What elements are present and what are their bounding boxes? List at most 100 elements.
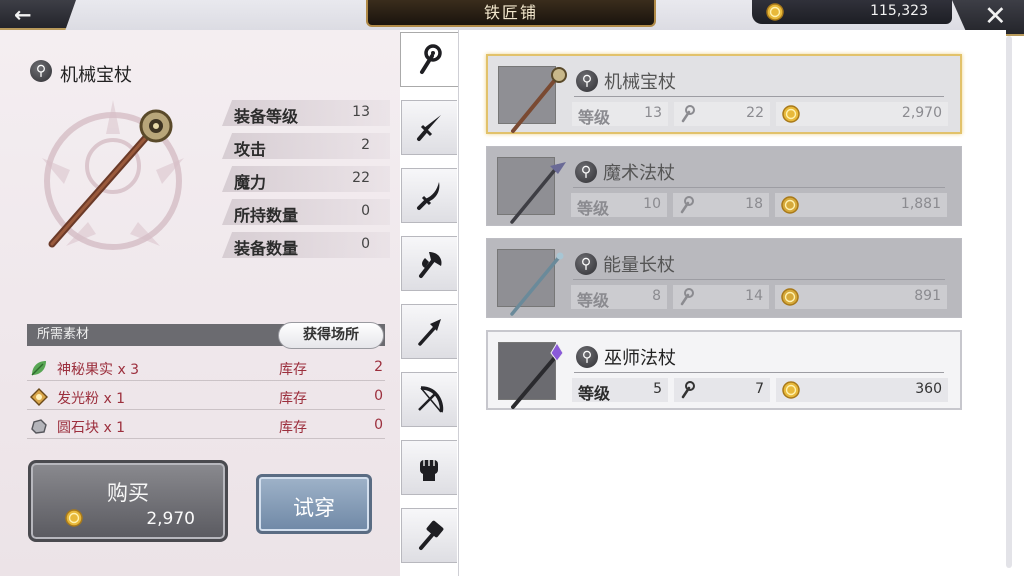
mechanical-staff-icon bbox=[511, 67, 567, 133]
powder-icon bbox=[30, 388, 48, 406]
gold-coin-icon bbox=[782, 381, 800, 399]
price-value: 2,970 bbox=[901, 105, 942, 121]
stat-value: 0 bbox=[361, 236, 370, 252]
leaf-icon bbox=[31, 361, 46, 376]
bow-icon bbox=[418, 386, 444, 413]
acquisition-source-button[interactable]: 获得场所 bbox=[278, 322, 384, 349]
magic-cell: 22 bbox=[674, 102, 770, 126]
left-arrow-icon: ← bbox=[14, 3, 32, 27]
item-stats: 装备等级 13 攻击 2 魔力 22 所持数量 0 装备数量 0 bbox=[222, 100, 390, 265]
gold-coin-icon bbox=[781, 288, 799, 306]
magic-cell: 14 bbox=[673, 285, 769, 309]
tab-sword[interactable] bbox=[401, 100, 457, 155]
gold-coin-icon bbox=[766, 3, 784, 21]
stat-value: 2 bbox=[361, 137, 370, 153]
list-item[interactable]: ⚲ 巫师法杖 等级 5 7 360 bbox=[486, 330, 962, 410]
stock-value: 0 bbox=[374, 388, 383, 404]
spear-icon bbox=[418, 319, 441, 346]
stock-value: 0 bbox=[374, 417, 383, 433]
staff-icon: ⚲ bbox=[30, 60, 52, 82]
item-name: 机械宝杖 bbox=[60, 65, 132, 86]
staff-icon: ⚲ bbox=[575, 161, 597, 183]
stat-label: 魔力 bbox=[234, 173, 267, 192]
energy-staff-icon bbox=[510, 252, 564, 316]
level-value: 8 bbox=[652, 288, 661, 304]
material-row: 神秘果实 x 3 库存 2 bbox=[27, 355, 385, 381]
price-value: 891 bbox=[914, 288, 941, 304]
material-name: 圆石块 x 1 bbox=[57, 420, 126, 436]
gold-amount: 115,323 bbox=[870, 3, 928, 19]
divider bbox=[573, 279, 945, 280]
tab-spear[interactable] bbox=[401, 304, 457, 359]
stat-equipped-count: 装备数量 0 bbox=[222, 232, 390, 258]
magic-value: 14 bbox=[745, 288, 763, 304]
sword-icon bbox=[417, 115, 441, 141]
stat-owned-count: 所持数量 0 bbox=[222, 199, 390, 225]
level-label: 等级 bbox=[578, 108, 611, 127]
try-on-button[interactable]: 试穿 bbox=[256, 474, 372, 534]
price-cell: 360 bbox=[776, 378, 948, 402]
stock-label: 库存 bbox=[279, 420, 307, 436]
price-cell: 2,970 bbox=[776, 102, 948, 126]
level-label: 等级 bbox=[577, 199, 610, 218]
tab-hammer[interactable] bbox=[401, 508, 457, 563]
item-name-row: ⚲ 机械宝杖 bbox=[30, 60, 132, 86]
item-emblem-image bbox=[42, 100, 184, 250]
staff-stat-icon bbox=[680, 196, 694, 214]
stat-magic: 魔力 22 bbox=[222, 166, 390, 192]
buy-price: 2,970 bbox=[146, 509, 195, 529]
stat-label: 装备数量 bbox=[234, 239, 299, 258]
stat-equip-level: 装备等级 13 bbox=[222, 100, 390, 126]
buy-button[interactable]: 购买 2,970 bbox=[28, 460, 228, 542]
staff-icon bbox=[420, 44, 442, 74]
list-item[interactable]: ⚲ 魔术法杖 等级 10 18 1,881 bbox=[486, 146, 962, 226]
level-label: 等级 bbox=[577, 291, 610, 310]
list-item[interactable]: ⚲ 机械宝杖 等级 13 22 2,970 bbox=[486, 54, 962, 134]
tab-blade[interactable] bbox=[401, 168, 457, 223]
stat-attack: 攻击 2 bbox=[222, 133, 390, 159]
item-name: 机械宝杖 bbox=[604, 72, 676, 93]
stat-label: 攻击 bbox=[234, 140, 267, 159]
level-value: 13 bbox=[644, 105, 662, 121]
close-icon: ✕ bbox=[984, 1, 1007, 32]
staff-stat-icon bbox=[680, 288, 694, 306]
level-cell: 等级 5 bbox=[572, 378, 668, 403]
axe-icon bbox=[419, 252, 442, 278]
stock-label: 库存 bbox=[279, 391, 307, 407]
back-button[interactable]: ← bbox=[0, 0, 76, 30]
level-cell: 等级 8 bbox=[571, 285, 667, 310]
level-label: 等级 bbox=[578, 384, 611, 403]
stat-label: 装备等级 bbox=[234, 107, 299, 126]
list-scrollbar[interactable] bbox=[1006, 36, 1012, 568]
gold-coin-icon bbox=[65, 509, 83, 527]
magic-staff-icon bbox=[510, 162, 566, 224]
stat-value: 0 bbox=[361, 203, 370, 219]
stat-value: 22 bbox=[352, 170, 370, 186]
blade-icon bbox=[417, 182, 440, 210]
price-cell: 891 bbox=[775, 285, 947, 309]
item-thumbnail bbox=[497, 157, 566, 224]
material-name: 发光粉 x 1 bbox=[57, 391, 126, 407]
tab-gauntlet[interactable] bbox=[401, 440, 457, 495]
divider bbox=[573, 187, 945, 188]
gauntlet-icon bbox=[420, 460, 438, 481]
magic-value: 18 bbox=[745, 196, 763, 212]
price-value: 360 bbox=[915, 381, 942, 397]
material-row: 发光粉 x 1 库存 0 bbox=[27, 384, 385, 410]
material-name: 神秘果实 x 3 bbox=[57, 362, 140, 378]
magic-cell: 18 bbox=[673, 193, 769, 217]
magic-cell: 7 bbox=[674, 378, 770, 402]
tab-staff[interactable] bbox=[400, 32, 460, 87]
staff-icon: ⚲ bbox=[576, 346, 598, 368]
buy-label: 购买 bbox=[107, 481, 149, 505]
tab-bow[interactable] bbox=[401, 372, 457, 427]
staff-icon: ⚲ bbox=[575, 253, 597, 275]
item-thumbnail bbox=[498, 342, 564, 409]
tab-axe[interactable] bbox=[401, 236, 457, 291]
material-row: 圆石块 x 1 库存 0 bbox=[27, 413, 385, 439]
divider bbox=[574, 96, 944, 97]
list-item[interactable]: ⚲ 能量长杖 等级 8 14 891 bbox=[486, 238, 962, 318]
page-title: 铁匠铺 bbox=[366, 0, 656, 27]
item-name: 能量长杖 bbox=[603, 255, 675, 276]
stock-value: 2 bbox=[374, 359, 383, 375]
